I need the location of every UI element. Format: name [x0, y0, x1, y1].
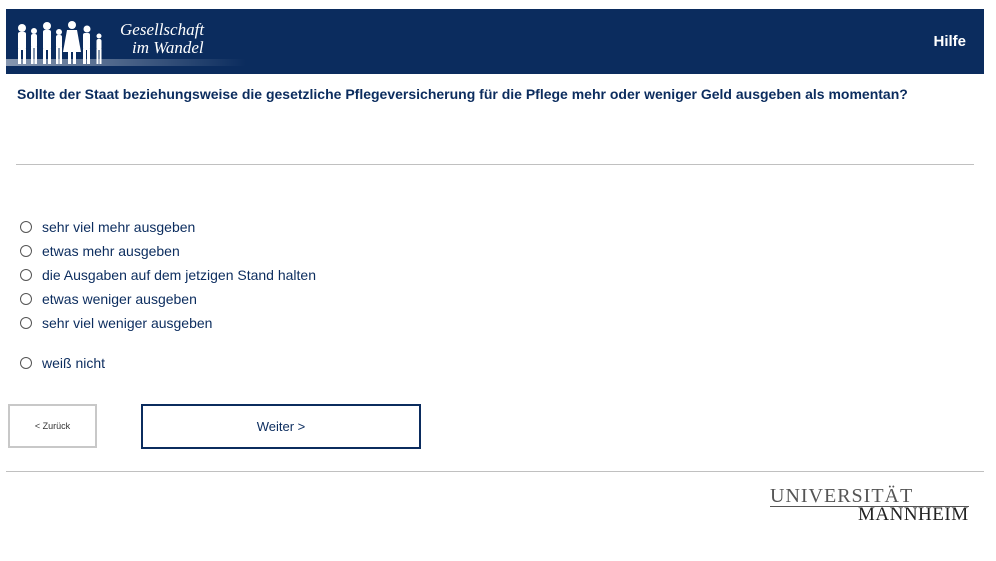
radio-button[interactable] — [20, 245, 32, 257]
uni-logo-line-1: UNIVERSITÄT — [770, 485, 914, 507]
option-label: sehr viel mehr ausgeben — [42, 219, 196, 235]
option-etwas-mehr[interactable]: etwas mehr ausgeben — [20, 243, 180, 259]
option-label: etwas weniger ausgeben — [42, 291, 197, 307]
option-weiss-nicht[interactable]: weiß nicht — [20, 355, 105, 371]
option-label: etwas mehr ausgeben — [42, 243, 180, 259]
help-link[interactable]: Hilfe — [933, 33, 966, 50]
option-label: weiß nicht — [42, 355, 106, 371]
header-banner: Gesellschaft im Wandel Hilfe — [6, 9, 984, 74]
option-sehr-viel-weniger[interactable]: sehr viel weniger ausgeben — [20, 315, 212, 331]
option-label: sehr viel weniger ausgeben — [42, 315, 213, 331]
question-text: Sollte der Staat beziehungsweise die ges… — [17, 86, 908, 102]
radio-button[interactable] — [20, 293, 32, 305]
logo-line-2: im Wandel — [132, 38, 204, 57]
logo-line-1: Gesellschaft — [120, 20, 205, 39]
footer-divider — [6, 471, 984, 472]
radio-button[interactable] — [20, 269, 32, 281]
university-logo: UNIVERSITÄT MANNHEIM — [770, 486, 970, 526]
radio-button[interactable] — [20, 221, 32, 233]
radio-button[interactable] — [20, 357, 32, 369]
logo-wordmark: Gesellschaft im Wandel — [120, 21, 204, 57]
option-label: die Ausgaben auf dem jetzigen Stand halt… — [42, 267, 316, 283]
option-sehr-viel-mehr[interactable]: sehr viel mehr ausgeben — [20, 219, 195, 235]
uni-logo-line-2: MANNHEIM — [858, 504, 969, 525]
radio-button[interactable] — [20, 317, 32, 329]
option-gleich[interactable]: die Ausgaben auf dem jetzigen Stand halt… — [20, 267, 316, 283]
next-button[interactable]: Weiter > — [141, 404, 421, 449]
option-etwas-weniger[interactable]: etwas weniger ausgeben — [20, 291, 197, 307]
back-button[interactable]: < Zurück — [8, 404, 97, 448]
question-divider — [16, 164, 974, 165]
